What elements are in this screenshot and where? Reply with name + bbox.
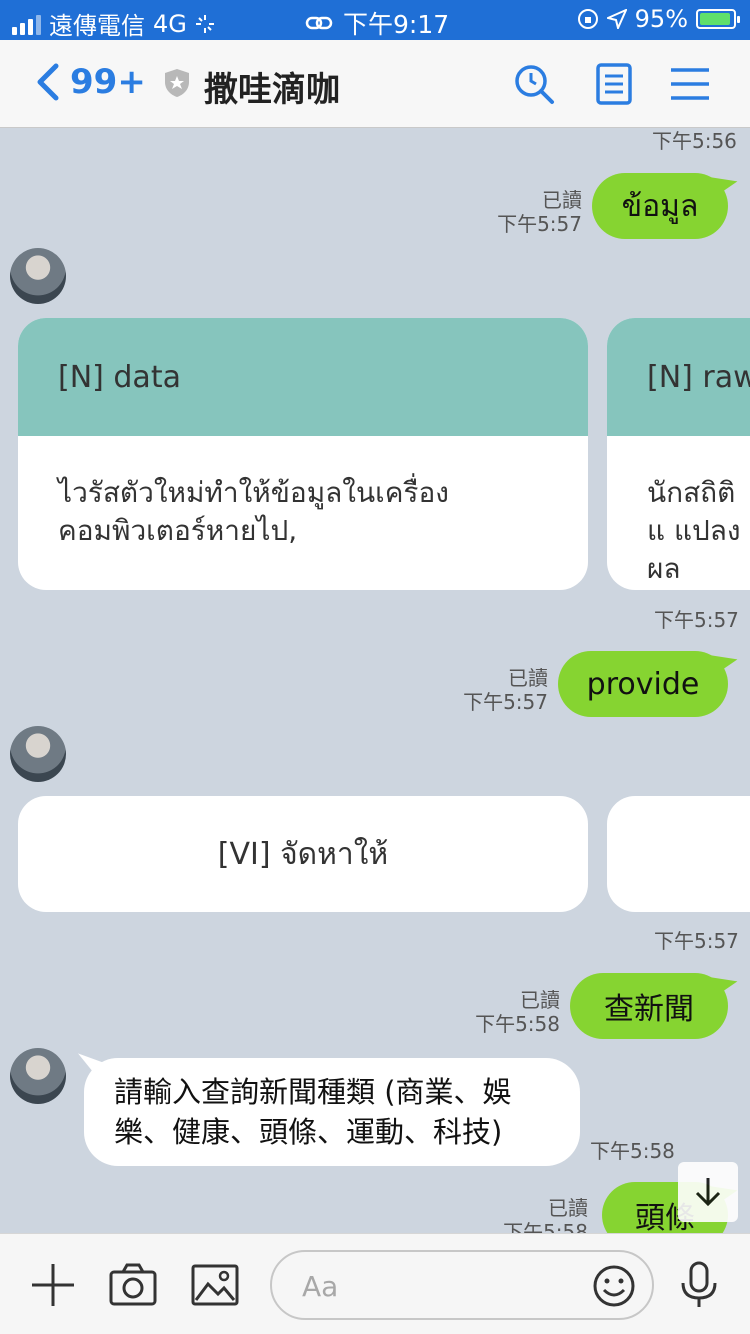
shield-star-icon <box>165 69 189 97</box>
search-icon[interactable] <box>512 62 556 106</box>
link-icon <box>305 16 333 30</box>
outgoing-message[interactable]: 查新聞 <box>570 973 728 1039</box>
avatar[interactable] <box>10 726 66 782</box>
status-bar: 遠傳電信 4G 下午9:17 95% <box>0 0 750 40</box>
flex-card[interactable]: [VI] จัดหาให้ <box>18 796 588 912</box>
flex-card[interactable]: [N] data ไวรัสตัวใหม่ทำให้ข้อมูลในเครื่อ… <box>18 318 588 590</box>
outgoing-message[interactable]: provide <box>558 651 728 717</box>
location-icon <box>606 9 627 29</box>
carrier-name: 遠傳電信 <box>49 12 145 40</box>
timestamp: 下午5:57 <box>654 608 739 632</box>
chat-title: 撒哇滴咖 <box>204 70 340 110</box>
read-receipt: 已讀 下午5:58 <box>503 1196 588 1233</box>
arrow-down-icon <box>695 1178 721 1207</box>
battery-percent: 95% <box>634 5 688 33</box>
timestamp: 下午5:56 <box>652 129 737 153</box>
outgoing-message[interactable]: ข้อมูล <box>592 173 728 239</box>
card-body: ไวรัสตัวใหม่ทำให้ข้อมูลในเครื่องคอมพิวเต… <box>58 476 449 547</box>
chevron-left-icon <box>37 63 59 101</box>
orientation-lock-icon <box>577 9 598 29</box>
activity-icon <box>195 14 214 33</box>
clock: 下午9:17 <box>305 5 449 41</box>
input-placeholder: Aa <box>302 1270 339 1303</box>
timestamp: 下午5:57 <box>654 929 739 953</box>
read-receipt: 已讀 下午5:57 <box>463 666 548 714</box>
menu-icon[interactable] <box>668 62 712 106</box>
message-input-bar: Aa <box>0 1233 750 1334</box>
avatar[interactable] <box>10 1048 66 1104</box>
chat-area[interactable]: 下午5:56 已讀 下午5:57 ข้อมูล [N] data ไวรัสตั… <box>0 128 750 1233</box>
avatar[interactable] <box>10 248 66 304</box>
image-icon[interactable] <box>190 1260 240 1310</box>
card-header: [N] raw <box>607 318 750 436</box>
status-right: 95% <box>577 5 740 33</box>
unread-count: 99+ <box>70 62 146 102</box>
card-header: [N] data <box>18 318 588 436</box>
timestamp: 下午5:58 <box>590 1139 675 1163</box>
flex-card-next[interactable] <box>607 796 750 912</box>
incoming-message[interactable]: 請輸入查詢新聞種類 (商業、娛樂、健康、頭條、運動、科技) <box>84 1058 580 1166</box>
camera-icon[interactable] <box>108 1260 158 1310</box>
scroll-to-bottom-button[interactable] <box>678 1162 738 1222</box>
carrier-info: 遠傳電信 4G <box>12 6 215 41</box>
message-input[interactable]: Aa <box>270 1250 654 1320</box>
read-receipt: 已讀 下午5:57 <box>497 188 582 236</box>
chat-header: 99+ 撒哇滴咖 <box>0 40 750 128</box>
back-button[interactable]: 99+ <box>36 62 146 102</box>
card-body: นักสถิติแ แปลงผล <box>647 476 741 585</box>
emoji-icon[interactable] <box>592 1264 636 1308</box>
battery-icon <box>696 9 740 29</box>
notes-icon[interactable] <box>592 62 636 106</box>
time-text: 下午9:17 <box>343 10 450 39</box>
flex-card-next[interactable]: [N] raw นักสถิติแ แปลงผล <box>607 318 750 590</box>
plus-icon[interactable] <box>28 1260 78 1310</box>
microphone-icon[interactable] <box>674 1260 724 1310</box>
network-type: 4G <box>153 9 187 38</box>
signal-icon <box>12 13 41 35</box>
read-receipt: 已讀 下午5:58 <box>475 988 560 1036</box>
